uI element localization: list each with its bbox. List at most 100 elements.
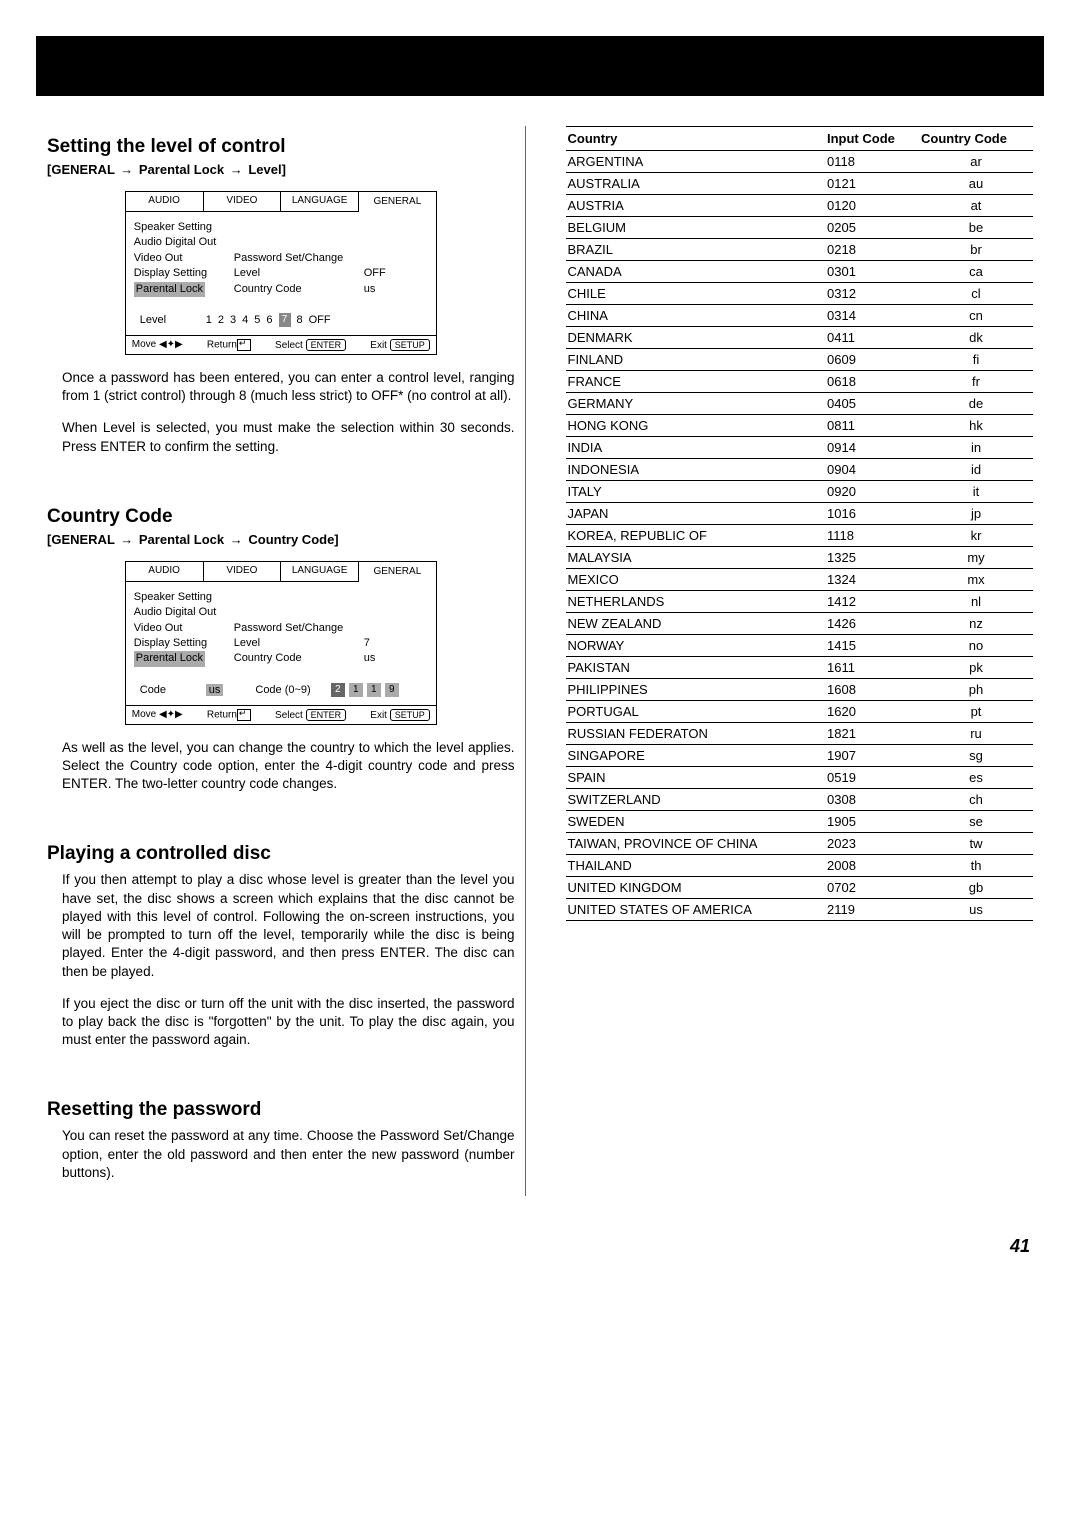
cell-country-code: it: [919, 481, 1033, 503]
table-row: PORTUGAL1620pt: [566, 701, 1034, 723]
breadcrumb-country-code: [GENERAL → Parental Lock → Country Code]: [47, 532, 515, 547]
cell-country-code: ar: [919, 151, 1033, 173]
table-row: FRANCE0618fr: [566, 371, 1034, 393]
cell-country: UNITED STATES OF AMERICA: [566, 899, 826, 921]
cell-country-code: nl: [919, 591, 1033, 613]
osd-item: Audio Digital Out: [134, 605, 234, 620]
cell-country-code: se: [919, 811, 1033, 833]
enter-chip: ENTER: [306, 709, 347, 721]
osd-tab-audio: AUDIO: [126, 192, 204, 211]
cell-country-code: es: [919, 767, 1033, 789]
osd-item: Display Setting: [134, 266, 234, 281]
cell-country: SPAIN: [566, 767, 826, 789]
table-row: SWEDEN1905se: [566, 811, 1034, 833]
cell-input-code: 1412: [825, 591, 919, 613]
paragraph: If you then attempt to play a disc whose…: [47, 871, 515, 980]
cell-country: INDIA: [566, 437, 826, 459]
cell-input-code: 2119: [825, 899, 919, 921]
cell-input-code: 0914: [825, 437, 919, 459]
osd-value: 7: [364, 636, 428, 651]
table-row: CHINA0314cn: [566, 305, 1034, 327]
cell-input-code: 0120: [825, 195, 919, 217]
cell-country: AUSTRIA: [566, 195, 826, 217]
move-arrows-icon: ◀✦▶: [159, 339, 183, 350]
table-row: PHILIPPINES1608ph: [566, 679, 1034, 701]
paragraph: You can reset the password at any time. …: [47, 1127, 515, 1182]
code-digit: 2: [331, 683, 345, 697]
table-row: MALAYSIA1325my: [566, 547, 1034, 569]
osd-code-range: Code (0~9): [255, 684, 310, 696]
arrow-icon: →: [228, 532, 245, 547]
setup-chip: SETUP: [390, 709, 430, 721]
table-row: RUSSIAN FEDERATON1821ru: [566, 723, 1034, 745]
table-row: NORWAY1415no: [566, 635, 1034, 657]
table-row: INDONESIA0904id: [566, 459, 1034, 481]
table-row: DENMARK0411dk: [566, 327, 1034, 349]
table-row: CHILE0312cl: [566, 283, 1034, 305]
code-digit: 1: [349, 683, 363, 697]
cell-country-code: at: [919, 195, 1033, 217]
status-return: Return: [207, 340, 237, 351]
cell-country: FRANCE: [566, 371, 826, 393]
cell-country-code: de: [919, 393, 1033, 415]
table-row: PAKISTAN1611pk: [566, 657, 1034, 679]
cell-country-code: gb: [919, 877, 1033, 899]
cell-country: PAKISTAN: [566, 657, 826, 679]
cell-country-code: ca: [919, 261, 1033, 283]
return-icon: [237, 709, 251, 721]
level-num: 5: [254, 314, 260, 326]
level-num: 8: [297, 314, 303, 326]
cell-input-code: 0811: [825, 415, 919, 437]
paragraph: If you eject the disc or turn off the un…: [47, 995, 515, 1050]
arrow-icon: →: [228, 162, 245, 177]
osd-item: Video Out: [134, 251, 234, 266]
cell-country: KOREA, REPUBLIC OF: [566, 525, 826, 547]
status-select: Select: [275, 340, 303, 351]
osd-value: us: [364, 651, 428, 666]
cell-input-code: 1821: [825, 723, 919, 745]
paragraph: Once a password has been entered, you ca…: [47, 369, 515, 405]
osd-item: Speaker Setting: [134, 590, 234, 605]
level-num: 2: [218, 314, 224, 326]
cell-country-code: pt: [919, 701, 1033, 723]
cell-input-code: 1426: [825, 613, 919, 635]
cell-country-code: cl: [919, 283, 1033, 305]
cell-country: ARGENTINA: [566, 151, 826, 173]
osd-code-value: us: [206, 684, 224, 696]
cell-input-code: 1118: [825, 525, 919, 547]
osd-tab-general: GENERAL: [359, 193, 436, 212]
osd-item: Video Out: [134, 621, 234, 636]
osd-item: Speaker Setting: [134, 220, 234, 235]
cell-input-code: 0405: [825, 393, 919, 415]
cell-country: INDONESIA: [566, 459, 826, 481]
paragraph: As well as the level, you can change the…: [47, 739, 515, 794]
status-return: Return: [207, 709, 237, 720]
table-row: AUSTRIA0120at: [566, 195, 1034, 217]
cell-country-code: th: [919, 855, 1033, 877]
cell-country-code: fi: [919, 349, 1033, 371]
breadcrumb-level: [GENERAL → Parental Lock → Level]: [47, 162, 515, 177]
table-row: JAPAN1016jp: [566, 503, 1034, 525]
osd-item-highlight: Parental Lock: [134, 282, 234, 297]
cell-country-code: no: [919, 635, 1033, 657]
cell-input-code: 0609: [825, 349, 919, 371]
osd-item: Audio Digital Out: [134, 235, 234, 250]
cell-input-code: 1325: [825, 547, 919, 569]
cell-country-code: in: [919, 437, 1033, 459]
cell-country-code: br: [919, 239, 1033, 261]
cell-input-code: 1611: [825, 657, 919, 679]
table-row: KOREA, REPUBLIC OF1118kr: [566, 525, 1034, 547]
osd-level-label: Level: [134, 314, 200, 326]
cell-country: AUSTRALIA: [566, 173, 826, 195]
cell-input-code: 0301: [825, 261, 919, 283]
table-row: NETHERLANDS1412nl: [566, 591, 1034, 613]
osd-menu-country-code: AUDIO VIDEO LANGUAGE GENERAL Speaker Set…: [125, 561, 437, 725]
cell-country-code: kr: [919, 525, 1033, 547]
cell-country: CHINA: [566, 305, 826, 327]
cell-input-code: 0618: [825, 371, 919, 393]
cell-country: UNITED KINGDOM: [566, 877, 826, 899]
code-digit-boxes: 2 1 1 9: [331, 683, 399, 697]
cell-input-code: 1620: [825, 701, 919, 723]
table-row: INDIA0914in: [566, 437, 1034, 459]
cell-country: RUSSIAN FEDERATON: [566, 723, 826, 745]
